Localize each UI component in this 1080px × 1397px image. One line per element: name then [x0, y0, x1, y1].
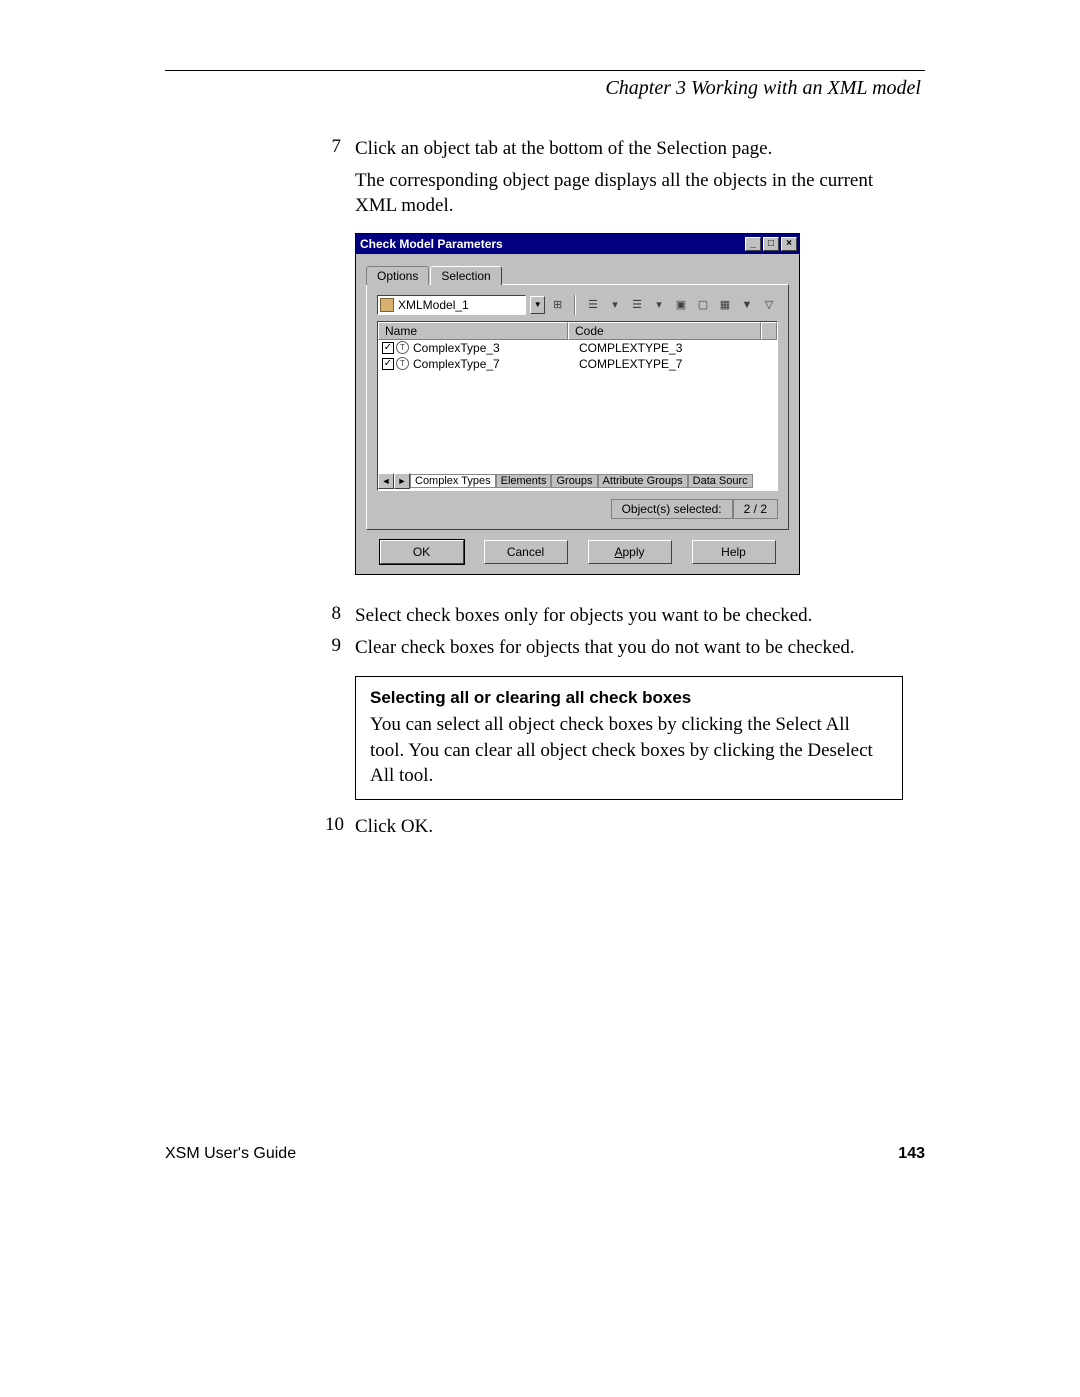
ok-button[interactable]: OK — [380, 540, 464, 564]
bottom-tab-data-sources[interactable]: Data Sourc — [688, 474, 753, 488]
help-button[interactable]: Help — [692, 540, 776, 564]
page-number: 143 — [898, 1145, 925, 1163]
tab-selection[interactable]: Selection — [430, 266, 501, 285]
bottom-tab-elements[interactable]: Elements — [496, 474, 552, 488]
step-9-number: 9 — [325, 635, 355, 661]
step-8-number: 8 — [325, 603, 355, 629]
deselect-all-icon[interactable]: ▢ — [694, 296, 712, 314]
model-value: XMLModel_1 — [398, 298, 469, 312]
callout-body: You can select all object check boxes by… — [370, 712, 888, 789]
row-code: COMPLEXTYPE_7 — [579, 357, 773, 371]
filter-remove-icon[interactable]: ▽ — [760, 296, 778, 314]
callout-box: Selecting all or clearing all check boxe… — [355, 676, 903, 800]
toolbar-separator — [574, 295, 576, 315]
tab-scroll-left-icon[interactable]: ◄ — [378, 473, 394, 489]
checkbox-icon[interactable]: ✓ — [382, 358, 394, 370]
apply-button[interactable]: Apply — [588, 540, 672, 564]
dialog-title: Check Model Parameters — [360, 237, 745, 251]
select-all-icon[interactable]: ▣ — [672, 296, 690, 314]
chapter-header: Chapter 3 Working with an XML model — [165, 77, 925, 100]
row-name: ComplexType_3 — [413, 341, 579, 355]
chevron-down-icon[interactable]: ▾ — [606, 296, 624, 314]
dialog-titlebar[interactable]: Check Model Parameters _ □ × — [356, 234, 799, 254]
tab-options[interactable]: Options — [366, 266, 429, 285]
status-count: 2 / 2 — [733, 499, 778, 519]
header-rule — [165, 70, 925, 71]
include-sub-icon[interactable]: ☰ — [584, 296, 602, 314]
scroll-header-spacer — [761, 322, 777, 340]
chevron-down-icon[interactable]: ▾ — [650, 296, 668, 314]
footer-guide: XSM User's Guide — [165, 1145, 296, 1163]
column-code-header[interactable]: Code — [568, 322, 761, 340]
maximize-icon[interactable]: □ — [763, 237, 779, 251]
tree-icon[interactable]: ⊞ — [549, 296, 566, 314]
xml-model-icon — [380, 298, 394, 312]
object-list: Name Code ✓ T ComplexType_3 COMPLEXTYPE_… — [377, 321, 778, 491]
close-icon[interactable]: × — [781, 237, 797, 251]
step-7-number: 7 — [325, 136, 355, 162]
grid-icon[interactable]: ▦ — [716, 296, 734, 314]
cancel-button[interactable]: Cancel — [484, 540, 568, 564]
complex-type-icon: T — [396, 341, 409, 354]
model-dropdown-button[interactable]: ▼ — [530, 296, 545, 314]
include-comp-icon[interactable]: ☰ — [628, 296, 646, 314]
bottom-tab-attribute-groups[interactable]: Attribute Groups — [598, 474, 688, 488]
model-dropdown[interactable]: XMLModel_1 — [377, 295, 526, 315]
callout-title: Selecting all or clearing all check boxe… — [370, 687, 888, 710]
check-model-parameters-dialog: Check Model Parameters _ □ × Options Sel… — [355, 233, 800, 575]
row-code: COMPLEXTYPE_3 — [579, 341, 773, 355]
step-7-continuation: The corresponding object page displays a… — [355, 168, 905, 219]
step-9-text: Clear check boxes for objects that you d… — [355, 635, 905, 661]
list-item[interactable]: ✓ T ComplexType_3 COMPLEXTYPE_3 — [378, 340, 777, 356]
step-10-text: Click OK. — [355, 814, 905, 840]
row-name: ComplexType_7 — [413, 357, 579, 371]
status-label: Object(s) selected: — [611, 499, 733, 519]
column-name-header[interactable]: Name — [378, 322, 568, 340]
step-10-number: 10 — [325, 814, 355, 840]
tab-scroll-right-icon[interactable]: ► — [394, 473, 410, 489]
bottom-tab-groups[interactable]: Groups — [551, 474, 597, 488]
bottom-tab-complex-types[interactable]: Complex Types — [410, 474, 496, 488]
checkbox-icon[interactable]: ✓ — [382, 342, 394, 354]
step-7-text: Click an object tab at the bottom of the… — [355, 136, 905, 162]
step-8-text: Select check boxes only for objects you … — [355, 603, 905, 629]
minimize-icon[interactable]: _ — [745, 237, 761, 251]
complex-type-icon: T — [396, 357, 409, 370]
list-item[interactable]: ✓ T ComplexType_7 COMPLEXTYPE_7 — [378, 356, 777, 372]
filter-icon[interactable]: ▼ — [738, 296, 756, 314]
